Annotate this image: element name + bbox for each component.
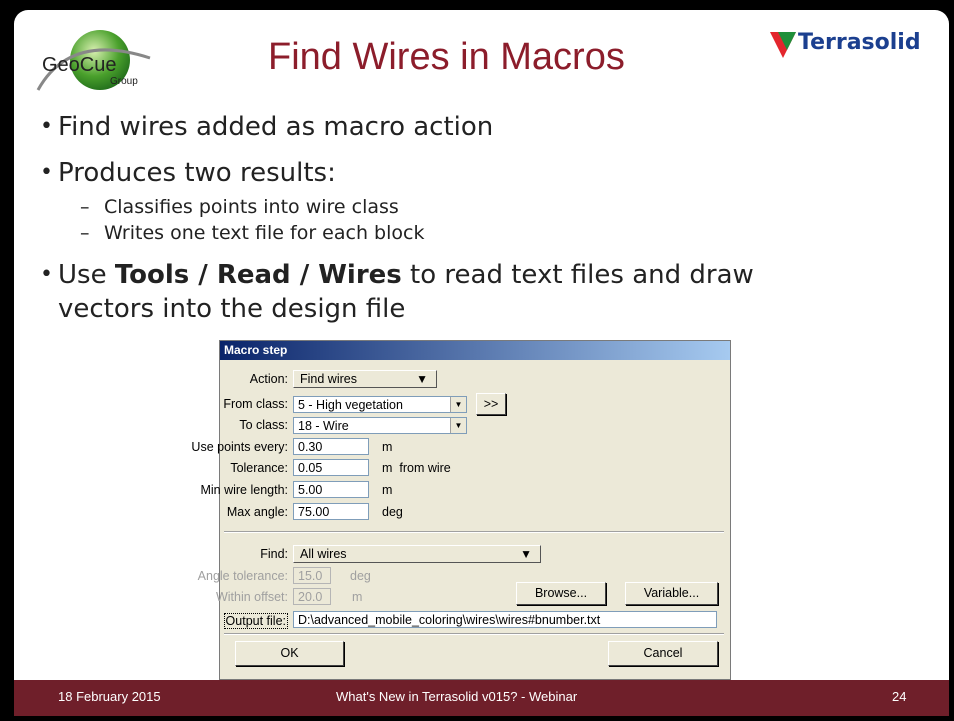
- dash-icon: –: [80, 196, 90, 218]
- slide-title: Find Wires in Macros: [268, 36, 625, 78]
- within-offset-unit: m: [352, 590, 363, 604]
- cancel-button[interactable]: Cancel: [608, 641, 718, 666]
- max-angle-input[interactable]: 75.00: [293, 503, 369, 520]
- sub-bullet-item: – Classifies points into wire class: [80, 196, 399, 218]
- dialog-title: Macro step: [224, 343, 288, 357]
- bullet-dot-icon: •: [40, 114, 53, 139]
- chevron-down-icon[interactable]: ▼: [450, 397, 466, 412]
- to-class-select[interactable]: 18 - Wire ▼: [293, 417, 467, 434]
- angle-tolerance-input[interactable]: 15.0: [293, 567, 331, 584]
- slide: GeoCue Group Find Wires in Macros Terras…: [14, 10, 949, 716]
- bullet-item: • Produces two results:: [40, 158, 336, 188]
- dash-icon: –: [80, 222, 90, 244]
- terrasolid-logo-text: Terrasolid: [798, 30, 921, 55]
- ok-button[interactable]: OK: [235, 641, 344, 666]
- bullet-item: • Find wires added as macro action: [40, 112, 494, 142]
- tolerance-label: Tolerance:: [230, 461, 288, 475]
- action-menu-button[interactable]: Find wires ▼: [293, 370, 437, 388]
- variable-button[interactable]: Variable...: [625, 582, 718, 605]
- bullet-item: • Use Tools / Read / Wires to read text f…: [40, 260, 754, 290]
- triangle-down-icon: ▼: [520, 547, 532, 561]
- separator: [224, 531, 724, 533]
- more-button[interactable]: >>: [476, 393, 506, 415]
- tolerance-unit: m from wire: [382, 461, 451, 475]
- use-points-label: Use points every:: [191, 440, 288, 454]
- bullet-continuation: vectors into the design file: [58, 294, 406, 324]
- find-menu-button[interactable]: All wires ▼: [293, 545, 541, 563]
- max-angle-label: Max angle:: [226, 505, 288, 519]
- tolerance-input[interactable]: 0.05: [293, 459, 369, 476]
- max-angle-unit: deg: [382, 505, 403, 519]
- geocue-logo-text: GeoCue: [42, 54, 117, 76]
- from-class-select[interactable]: 5 - High vegetation ▼: [293, 396, 467, 413]
- triangle-down-icon: ▼: [416, 372, 428, 386]
- bullet-dot-icon: •: [40, 160, 53, 185]
- footer-date: 18 February 2015: [58, 689, 161, 704]
- angle-tolerance-label: Angle tolerance:: [197, 569, 288, 583]
- output-file-input[interactable]: D:\advanced_mobile_coloring\wires\wires#…: [293, 611, 717, 628]
- geocue-logo-subtext: Group: [110, 76, 138, 87]
- macro-step-dialog: Macro step Action: Find wires ▼ From clas…: [191, 340, 731, 680]
- within-offset-label: Within offset:: [215, 590, 288, 604]
- footer-page-number: 24: [892, 689, 907, 704]
- footer-title: What's New in Terrasolid v015? - Webinar: [336, 689, 578, 704]
- chevron-down-icon[interactable]: ▼: [450, 418, 466, 433]
- find-label: Find:: [260, 547, 288, 561]
- bullet-dot-icon: •: [40, 262, 53, 287]
- to-class-label: To class:: [239, 418, 288, 432]
- dialog-titlebar: Macro step: [220, 341, 730, 360]
- terrasolid-logo-mark: [770, 32, 796, 58]
- browse-button[interactable]: Browse...: [516, 582, 606, 605]
- slide-footer: 18 February 2015 What's New in Terrasoli…: [14, 680, 949, 716]
- action-label: Action:: [249, 372, 288, 386]
- angle-tolerance-unit: deg: [350, 569, 371, 583]
- min-wire-length-input[interactable]: 5.00: [293, 481, 369, 498]
- min-wire-length-label: Min wire length:: [200, 483, 288, 497]
- from-class-label: From class:: [223, 397, 288, 411]
- separator: [224, 633, 724, 635]
- sub-bullet-item: – Writes one text file for each block: [80, 222, 425, 244]
- use-points-input[interactable]: 0.30: [293, 438, 369, 455]
- within-offset-input[interactable]: 20.0: [293, 588, 331, 605]
- min-wire-length-unit: m: [382, 483, 393, 497]
- use-points-unit: m: [382, 440, 393, 454]
- output-file-label: Output file:: [223, 613, 288, 629]
